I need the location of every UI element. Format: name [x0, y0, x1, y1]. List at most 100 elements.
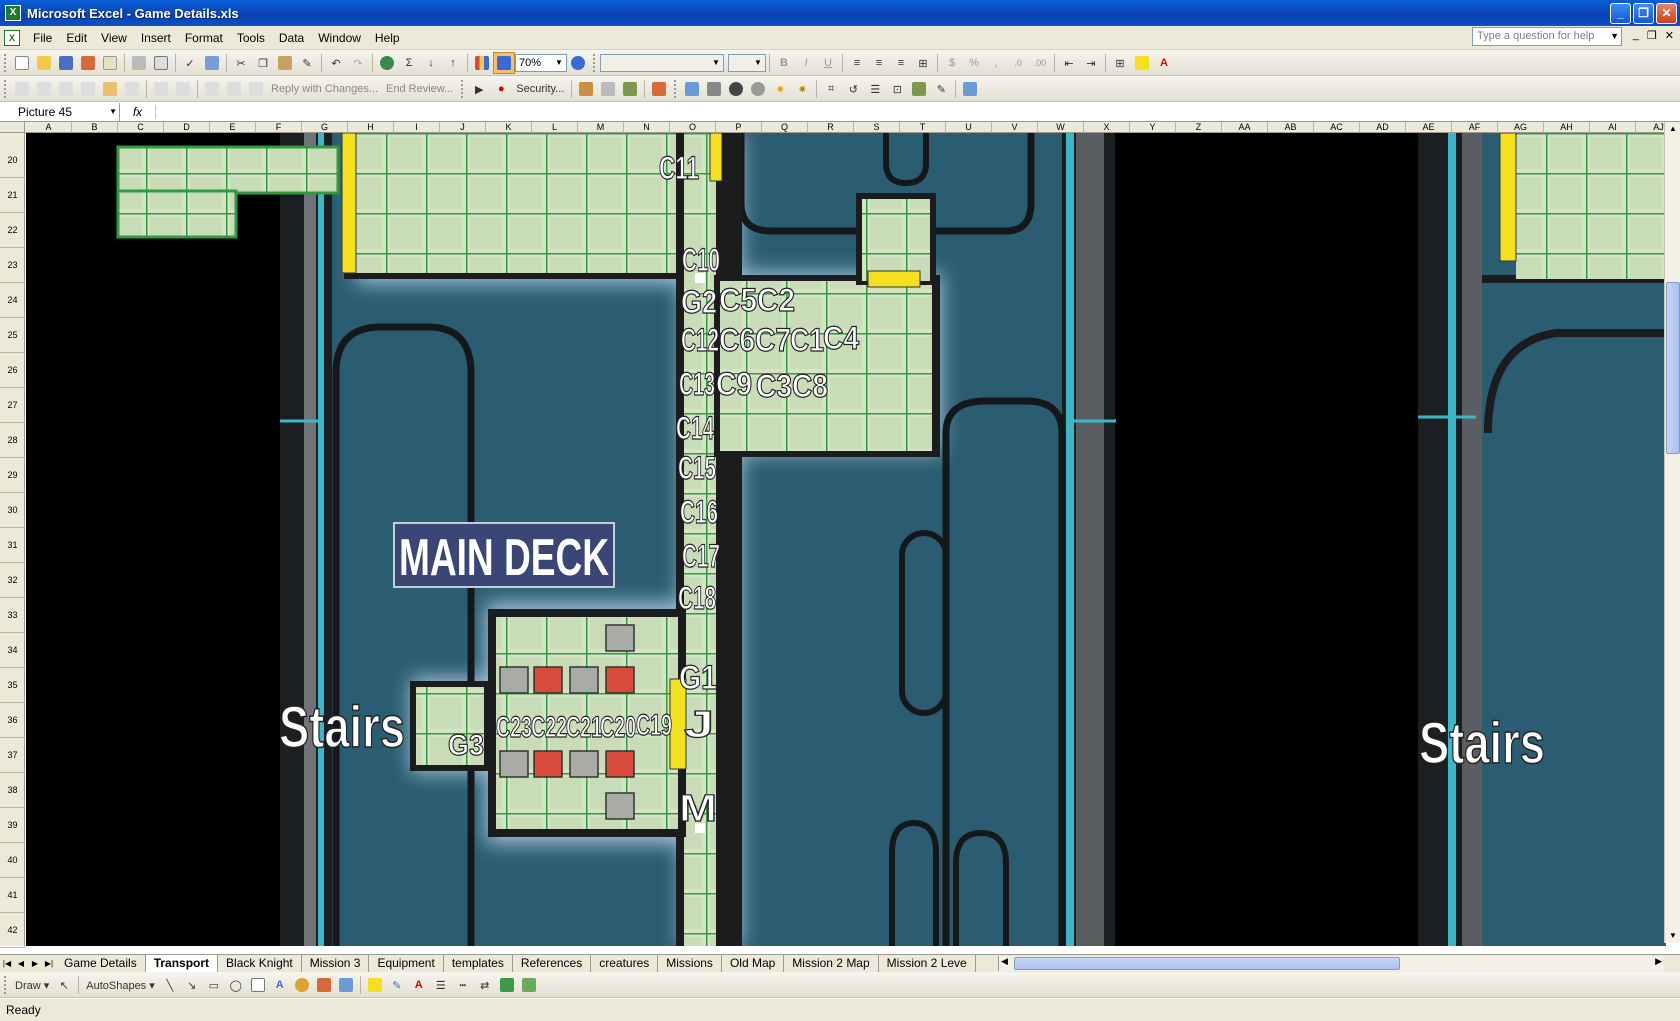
row-header[interactable]: 31 — [0, 528, 25, 563]
email-icon[interactable] — [99, 52, 121, 74]
sort-descending-icon[interactable]: ↑ — [442, 52, 464, 74]
menu-file[interactable]: File — [26, 31, 59, 45]
insert-picture-icon[interactable] — [681, 78, 703, 100]
save-icon[interactable] — [55, 52, 77, 74]
column-header[interactable]: Z — [1176, 122, 1222, 133]
merge-center-icon[interactable]: ⊞ — [912, 52, 934, 74]
visual-basic-editor-icon[interactable] — [575, 78, 597, 100]
chevron-down-icon[interactable]: ▼ — [109, 103, 117, 121]
redo-icon[interactable]: ↷ — [347, 52, 369, 74]
next-comment-icon[interactable] — [55, 78, 77, 100]
underline-icon[interactable]: U — [817, 52, 839, 74]
accept-change-icon[interactable] — [172, 78, 194, 100]
end-review-button[interactable]: End Review... — [382, 83, 457, 95]
clip-art-icon[interactable] — [313, 974, 335, 996]
vertical-scroll-thumb[interactable] — [1666, 282, 1680, 454]
sheet-tab-creatures[interactable]: creatures — [591, 955, 659, 972]
copy-icon[interactable]: ❐ — [252, 52, 274, 74]
sheet-tab-mission-3[interactable]: Mission 3 — [302, 955, 370, 972]
crop-icon[interactable]: ⌗ — [820, 78, 842, 100]
sheet-tab-mission-2-leve[interactable]: Mission 2 Leve — [879, 955, 976, 972]
column-header[interactable]: V — [992, 122, 1038, 133]
toolbar-grip[interactable] — [461, 80, 464, 98]
sheet-tab-references[interactable]: References — [513, 955, 592, 972]
new-icon[interactable] — [11, 52, 33, 74]
font-select[interactable]: ▼ — [600, 54, 724, 72]
borders-icon[interactable]: ⊞ — [1109, 52, 1131, 74]
column-header[interactable]: AH — [1544, 122, 1590, 133]
select-objects-icon[interactable]: ↖ — [53, 974, 75, 996]
menu-insert[interactable]: Insert — [134, 31, 178, 45]
new-comment-icon[interactable] — [11, 78, 33, 100]
menu-format[interactable]: Format — [178, 31, 230, 45]
chart-wizard-icon[interactable] — [471, 52, 493, 74]
draw-menu-button[interactable]: Draw ▾ — [11, 979, 53, 992]
decrease-indent-icon[interactable]: ⇤ — [1058, 52, 1080, 74]
chevron-down-icon[interactable]: ▼ — [752, 55, 764, 71]
column-header[interactable]: R — [808, 122, 854, 133]
column-header[interactable]: S — [854, 122, 900, 133]
percent-icon[interactable]: % — [963, 52, 985, 74]
scroll-down-icon[interactable]: ▼ — [1666, 929, 1680, 943]
italic-icon[interactable]: I — [795, 52, 817, 74]
close-button[interactable]: ✕ — [1656, 3, 1677, 24]
sheet-tab-missions[interactable]: Missions — [658, 955, 722, 972]
row-header[interactable]: 25 — [0, 318, 25, 353]
row-header[interactable]: 42 — [0, 913, 25, 948]
column-header[interactable]: AC — [1314, 122, 1360, 133]
first-sheet-icon[interactable]: |◀ — [0, 959, 14, 968]
row-header[interactable]: 37 — [0, 738, 25, 773]
column-header[interactable]: AI — [1590, 122, 1636, 133]
menu-window[interactable]: Window — [311, 31, 368, 45]
line-style-icon[interactable]: ☰ — [430, 974, 452, 996]
autoshapes-menu-button[interactable]: AutoShapes ▾ — [82, 979, 159, 992]
align-center-icon[interactable]: ≡ — [868, 52, 890, 74]
paste-icon[interactable] — [274, 52, 296, 74]
set-transparent-color-icon[interactable]: ✎ — [930, 78, 952, 100]
text-box-icon[interactable] — [247, 974, 269, 996]
menu-help[interactable]: Help — [368, 31, 407, 45]
column-header[interactable]: O — [670, 122, 716, 133]
currency-icon[interactable]: $ — [941, 52, 963, 74]
line-color-icon[interactable]: ✎ — [386, 974, 408, 996]
open-icon[interactable] — [33, 52, 55, 74]
show-reviewers-icon[interactable] — [245, 78, 267, 100]
more-brightness-icon[interactable]: ✷ — [769, 78, 791, 100]
menu-edit[interactable]: Edit — [59, 31, 94, 45]
toolbar-grip[interactable] — [674, 80, 677, 98]
bold-icon[interactable]: B — [773, 52, 795, 74]
font-size-select[interactable]: ▼ — [728, 54, 766, 72]
format-painter-icon[interactable]: ✎ — [296, 52, 318, 74]
doc-restore-button[interactable]: ❐ — [1647, 29, 1657, 42]
font-color-icon[interactable]: A — [1153, 52, 1175, 74]
row-header[interactable]: 32 — [0, 563, 25, 598]
comma-icon[interactable]: , — [985, 52, 1007, 74]
arrow-icon[interactable]: ↘ — [181, 974, 203, 996]
autosum-icon[interactable]: Σ — [398, 52, 420, 74]
row-header[interactable]: 22 — [0, 213, 25, 248]
column-header[interactable]: W — [1038, 122, 1084, 133]
column-header[interactable]: I — [394, 122, 440, 133]
chevron-down-icon[interactable]: ▼ — [553, 55, 565, 71]
formula-input[interactable] — [156, 103, 1680, 121]
column-header[interactable]: Q — [762, 122, 808, 133]
restore-button[interactable]: ❐ — [1633, 3, 1654, 24]
line-icon[interactable]: ╲ — [159, 974, 181, 996]
scroll-left-icon[interactable]: ◀ — [1001, 956, 1008, 967]
row-header[interactable]: 27 — [0, 388, 25, 423]
toolbar-grip[interactable] — [4, 976, 7, 994]
sheet-tab-game-details[interactable]: Game Details — [56, 955, 146, 972]
column-header[interactable]: M — [578, 122, 624, 133]
column-header[interactable]: A — [26, 122, 72, 133]
previous-comment-icon[interactable] — [33, 78, 55, 100]
oval-icon[interactable]: ◯ — [225, 974, 247, 996]
cut-icon[interactable]: ✂ — [230, 52, 252, 74]
align-right-icon[interactable]: ≡ — [890, 52, 912, 74]
help-icon[interactable] — [567, 52, 589, 74]
excel-app-icon[interactable]: X — [5, 5, 21, 21]
column-header[interactable]: G — [302, 122, 348, 133]
row-header[interactable]: 40 — [0, 843, 25, 878]
help-search-input[interactable]: Type a question for help ▼ — [1472, 27, 1622, 46]
run-macro-icon[interactable]: ▶ — [468, 78, 490, 100]
hyperlink-icon[interactable] — [376, 52, 398, 74]
